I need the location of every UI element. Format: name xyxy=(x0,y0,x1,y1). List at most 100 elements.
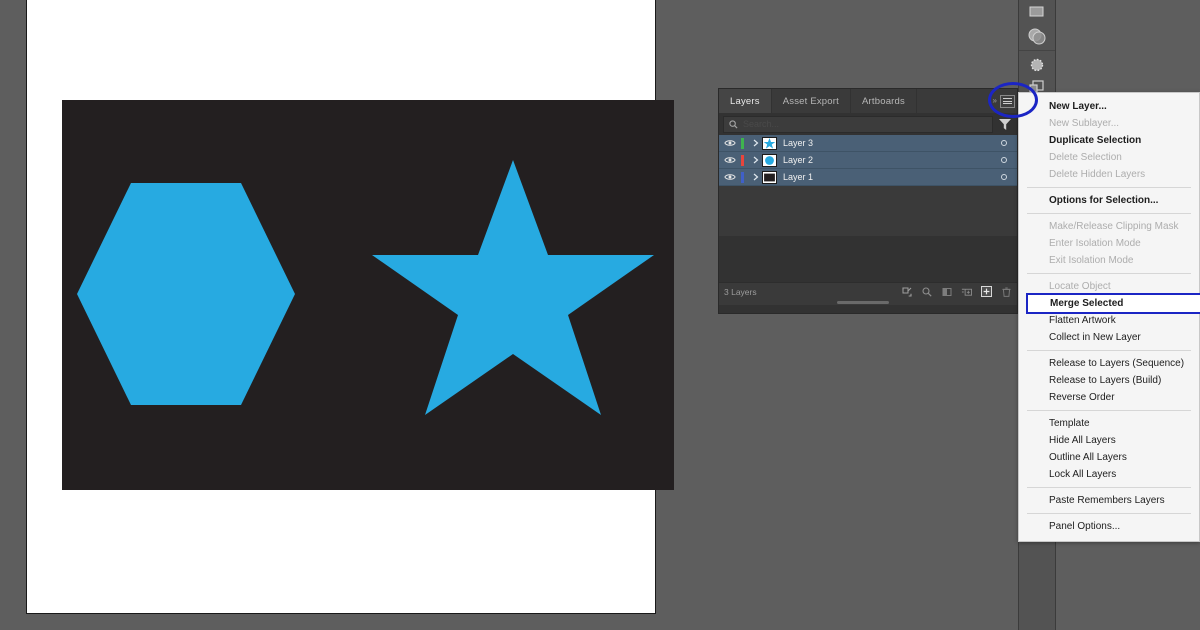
layers-panel-flyout-menu[interactable]: New Layer...New Sublayer...Duplicate Sel… xyxy=(1018,92,1200,542)
menu-item-enter-isolation-mode: Enter Isolation Mode xyxy=(1019,235,1199,252)
circles-icon xyxy=(1027,27,1047,45)
layer-target-indicator[interactable] xyxy=(991,157,1017,163)
menu-separator xyxy=(1027,487,1191,488)
panel-horizontal-scrollbar[interactable] xyxy=(719,300,1017,305)
search-placeholder: Search... xyxy=(743,119,779,129)
panel-tab-bar[interactable]: Layers Asset Export Artboards » xyxy=(719,89,1017,113)
circle-thumb-icon xyxy=(763,155,776,166)
target-circle-icon xyxy=(1001,174,1007,180)
filter-funnel-icon xyxy=(999,119,1011,130)
table-row[interactable]: Layer 3 xyxy=(719,135,1017,152)
menu-separator xyxy=(1027,213,1191,214)
layers-list[interactable]: Layer 3 Layer xyxy=(719,135,1017,282)
create-new-layer-icon[interactable] xyxy=(981,286,992,297)
menu-item-outline-all-layers[interactable]: Outline All Layers xyxy=(1019,449,1199,466)
menu-item-flatten-artwork[interactable]: Flatten Artwork xyxy=(1019,312,1199,329)
menu-item-release-to-layers-sequence[interactable]: Release to Layers (Sequence) xyxy=(1019,355,1199,372)
tab-asset-export[interactable]: Asset Export xyxy=(772,89,851,113)
layer-name[interactable]: Layer 2 xyxy=(783,155,991,165)
layers-list-empty-area xyxy=(719,186,1017,236)
artboard[interactable] xyxy=(26,0,656,614)
hexagon-shape[interactable] xyxy=(77,183,295,405)
make-clipping-mask-icon[interactable] xyxy=(941,286,952,297)
filter-button[interactable] xyxy=(997,119,1013,130)
layers-panel-footer[interactable]: 3 Layers xyxy=(719,282,1017,300)
visibility-toggle-icon[interactable] xyxy=(719,156,741,164)
table-row[interactable]: Layer 2 xyxy=(719,152,1017,169)
menu-item-new-layer[interactable]: New Layer... xyxy=(1019,98,1199,115)
search-input[interactable]: Search... xyxy=(723,116,993,133)
layer-name[interactable]: Layer 1 xyxy=(783,172,991,182)
tab-artboards-label: Artboards xyxy=(862,96,905,107)
eye-icon xyxy=(724,156,736,164)
menu-item-delete-selection: Delete Selection xyxy=(1019,149,1199,166)
layer-target-indicator[interactable] xyxy=(991,174,1017,180)
menu-separator xyxy=(1027,273,1191,274)
menu-item-paste-remembers-layers[interactable]: Paste Remembers Layers xyxy=(1019,492,1199,509)
menu-item-collect-in-new-layer[interactable]: Collect in New Layer xyxy=(1019,329,1199,346)
eye-icon xyxy=(724,173,736,181)
merge-selected-label: Merge Selected xyxy=(1050,298,1123,309)
panel-menu-icon[interactable] xyxy=(1000,95,1015,108)
delete-selection-icon[interactable] xyxy=(1001,286,1012,297)
menu-item-panel-options[interactable]: Panel Options... xyxy=(1019,518,1199,535)
layer-thumbnail-rect xyxy=(762,171,777,184)
visibility-toggle-icon[interactable] xyxy=(719,139,741,147)
color-mode-button[interactable] xyxy=(1019,25,1055,47)
layer-thumbnail-circle xyxy=(762,154,777,167)
panel-header-controls[interactable]: » xyxy=(993,89,1015,113)
menu-item-make-release-clipping-mask: Make/Release Clipping Mask xyxy=(1019,218,1199,235)
tool-rail-group-color xyxy=(1019,0,1055,51)
menu-item-reverse-order[interactable]: Reverse Order xyxy=(1019,389,1199,406)
star-thumb-icon xyxy=(763,138,776,149)
expand-arrow-icon[interactable] xyxy=(750,173,762,181)
visibility-toggle-icon[interactable] xyxy=(719,173,741,181)
dotted-circle-icon xyxy=(1028,56,1046,74)
hamburger-line xyxy=(1003,101,1012,102)
layer-thumbnail-star xyxy=(762,137,777,150)
menu-separator xyxy=(1027,410,1191,411)
expand-arrow-icon[interactable] xyxy=(750,156,762,164)
locate-object-icon[interactable] xyxy=(901,286,912,297)
menu-item-hide-all-layers[interactable]: Hide All Layers xyxy=(1019,432,1199,449)
expand-arrow-icon[interactable] xyxy=(750,139,762,147)
chevron-right-icon xyxy=(753,173,759,181)
menu-item-delete-hidden-layers: Delete Hidden Layers xyxy=(1019,166,1199,183)
tab-artboards[interactable]: Artboards xyxy=(851,89,917,113)
menu-separator xyxy=(1027,187,1191,188)
annotation-rect-merge-selected: Merge Selected xyxy=(1026,293,1200,314)
target-circle-icon xyxy=(1001,157,1007,163)
layer-color-chip xyxy=(741,155,744,166)
collapse-arrows-icon[interactable]: » xyxy=(993,97,997,105)
target-circle-icon xyxy=(1001,140,1007,146)
table-row[interactable]: Layer 1 xyxy=(719,169,1017,186)
tab-layers[interactable]: Layers xyxy=(719,89,772,113)
layers-panel-footer-icons[interactable] xyxy=(901,286,1012,297)
layer-count-label: 3 Layers xyxy=(724,287,901,297)
fill-stroke-swatch[interactable] xyxy=(1019,3,1055,25)
menu-item-duplicate-selection[interactable]: Duplicate Selection xyxy=(1019,132,1199,149)
menu-item-lock-all-layers[interactable]: Lock All Layers xyxy=(1019,466,1199,483)
rect-thumb-icon xyxy=(763,172,776,183)
menu-item-release-to-layers-build[interactable]: Release to Layers (Build) xyxy=(1019,372,1199,389)
eye-icon xyxy=(724,139,736,147)
layer-name[interactable]: Layer 3 xyxy=(783,138,991,148)
drawing-mode-button[interactable] xyxy=(1019,54,1055,76)
scrollbar-thumb[interactable] xyxy=(837,301,889,304)
swatch-icon xyxy=(1028,6,1046,22)
create-sublayer-icon[interactable] xyxy=(961,286,972,297)
star-shape[interactable] xyxy=(372,160,654,420)
search-icon xyxy=(729,120,738,129)
menu-item-exit-isolation-mode: Exit Isolation Mode xyxy=(1019,252,1199,269)
hamburger-line xyxy=(1003,98,1012,99)
search-icon[interactable] xyxy=(921,286,932,297)
tab-asset-export-label: Asset Export xyxy=(783,96,839,107)
layer-target-indicator[interactable] xyxy=(991,140,1017,146)
chevron-right-icon xyxy=(753,156,759,164)
tab-layers-label: Layers xyxy=(730,96,760,107)
menu-item-template[interactable]: Template xyxy=(1019,415,1199,432)
chevron-right-icon xyxy=(753,139,759,147)
layers-panel[interactable]: Layers Asset Export Artboards » Search..… xyxy=(718,88,1018,314)
menu-item-options-for-selection[interactable]: Options for Selection... xyxy=(1019,192,1199,209)
layer-search-row[interactable]: Search... xyxy=(719,113,1017,135)
